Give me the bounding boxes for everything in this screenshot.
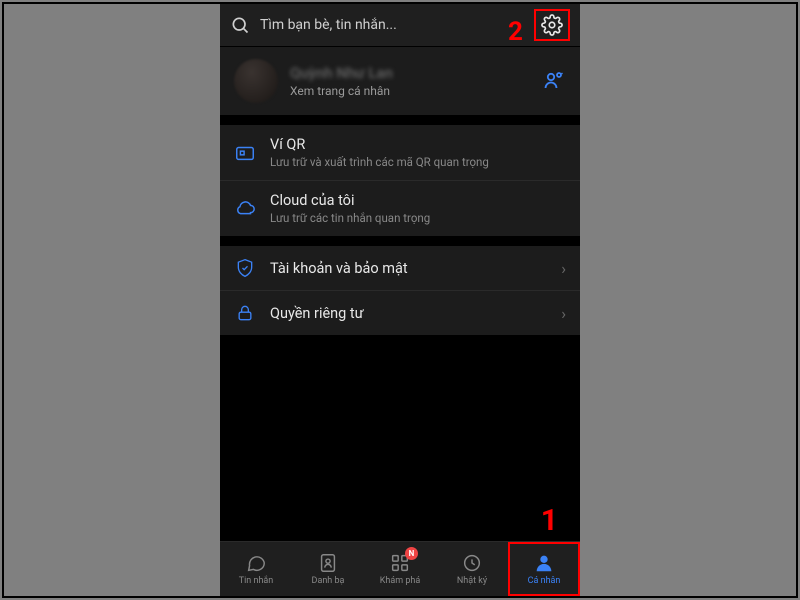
- my-cloud-title: Cloud của tôi: [270, 192, 566, 209]
- settings-highlight-box: 2: [534, 9, 570, 41]
- annotation-number-2: 2: [508, 17, 523, 47]
- tab-contacts[interactable]: Danh bạ: [292, 542, 364, 596]
- chevron-right-icon: ›: [561, 304, 566, 323]
- shield-icon: [234, 257, 256, 279]
- contacts-icon: [317, 552, 339, 574]
- cloud-icon: [234, 198, 256, 220]
- my-cloud-item[interactable]: Cloud của tôi Lưu trữ các tin nhắn quan …: [220, 180, 580, 236]
- top-bar: Tìm bạn bè, tin nhắn... 2: [220, 4, 580, 46]
- profile-name: Quỳnh Như Lan: [290, 64, 530, 82]
- tab-messages-label: Tin nhắn: [239, 576, 274, 586]
- qr-wallet-item[interactable]: Ví QR Lưu trữ và xuất trình các mã QR qu…: [220, 125, 580, 180]
- account-security-item[interactable]: Tài khoản và bảo mật ›: [220, 246, 580, 290]
- privacy-item[interactable]: Quyền riêng tư ›: [220, 290, 580, 335]
- tab-messages[interactable]: Tin nhắn: [220, 542, 292, 596]
- phone-screen: Tìm bạn bè, tin nhắn... 2 Quỳnh Như Lan …: [220, 4, 580, 596]
- clock-icon: [461, 552, 483, 574]
- tab-contacts-label: Danh bạ: [312, 576, 345, 586]
- privacy-title: Quyền riêng tư: [270, 305, 547, 322]
- search-icon: [230, 15, 250, 35]
- profile-subtitle: Xem trang cá nhân: [290, 84, 530, 98]
- profile-item[interactable]: Quỳnh Như Lan Xem trang cá nhân: [220, 47, 580, 115]
- tab-journal-label: Nhật ký: [457, 576, 487, 586]
- search-placeholder: Tìm bạn bè, tin nhắn...: [260, 17, 397, 33]
- avatar: [234, 59, 278, 103]
- my-cloud-subtitle: Lưu trữ các tin nhắn quan trọng: [270, 211, 566, 225]
- outer-frame: Tìm bạn bè, tin nhắn... 2 Quỳnh Như Lan …: [2, 2, 798, 598]
- annotation-number-1: 1: [541, 503, 558, 538]
- person-icon: [533, 552, 555, 574]
- tab-discover[interactable]: N Khám phá: [364, 542, 436, 596]
- notification-badge: N: [405, 547, 418, 560]
- add-friend-icon[interactable]: [542, 69, 566, 93]
- qr-wallet-title: Ví QR: [270, 136, 566, 153]
- search-input[interactable]: Tìm bạn bè, tin nhắn...: [230, 15, 522, 35]
- gear-icon[interactable]: [541, 14, 563, 36]
- tab-discover-label: Khám phá: [380, 576, 421, 586]
- qr-wallet-subtitle: Lưu trữ và xuất trình các mã QR quan trọ…: [270, 155, 566, 169]
- account-security-title: Tài khoản và bảo mật: [270, 260, 547, 277]
- lock-icon: [234, 302, 256, 324]
- profile-text: Quỳnh Như Lan Xem trang cá nhân: [290, 64, 530, 98]
- tab-journal[interactable]: Nhật ký: [436, 542, 508, 596]
- wallet-icon: [234, 142, 256, 164]
- tab-me-label: Cá nhân: [528, 576, 561, 586]
- empty-space: [220, 335, 580, 541]
- tab-me[interactable]: Cá nhân: [508, 542, 580, 596]
- chat-icon: [245, 552, 267, 574]
- chevron-right-icon: ›: [561, 259, 566, 278]
- bottom-tab-bar: Tin nhắn Danh bạ N Khám phá: [220, 541, 580, 596]
